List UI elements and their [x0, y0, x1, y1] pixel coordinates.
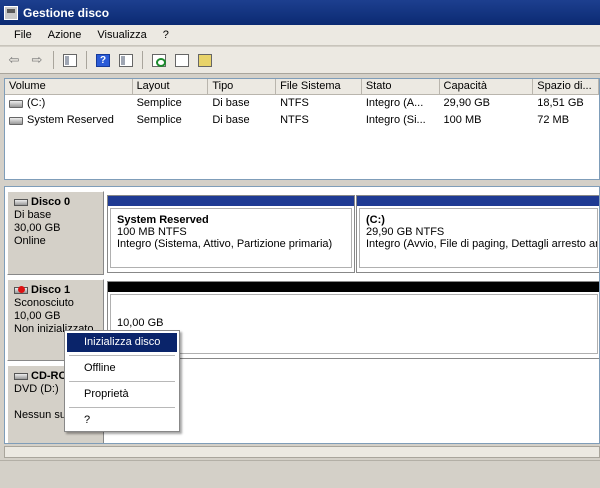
menu-item-initialize-disk[interactable]: Inizializza disco — [67, 333, 177, 352]
toolbar-separator — [86, 51, 87, 69]
partition-size: 29,90 GB NTFS — [366, 226, 445, 238]
volume-capacity: 29,90 GB — [443, 97, 491, 109]
disk-type: Di base — [14, 209, 52, 221]
menu-separator — [69, 407, 175, 408]
column-header-file-sistema[interactable]: File Sistema — [276, 79, 362, 94]
partition-c-drive[interactable]: (C:) 29,90 GB NTFS Integro (Avvio, File … — [356, 195, 599, 273]
menu-visualizza[interactable]: Visualizza — [89, 29, 154, 41]
column-header-tipo[interactable]: Tipo — [208, 79, 277, 94]
horizontal-scrollbar[interactable] — [4, 446, 600, 458]
volume-free-space: 18,51 GB — [537, 97, 584, 109]
window-title: Gestione disco — [23, 5, 110, 20]
menu-azione[interactable]: Azione — [40, 29, 90, 41]
cdrom-icon — [14, 373, 28, 380]
disk-not-initialized-icon — [14, 286, 28, 294]
show-hide-tree-icon[interactable] — [60, 50, 80, 70]
disk-name: CD-RO — [31, 370, 68, 382]
column-header-stato[interactable]: Stato — [362, 79, 440, 94]
disk-size: 10,00 GB — [14, 310, 61, 322]
toolbar-separator — [142, 51, 143, 69]
partition-name: (C:) — [366, 214, 385, 226]
volume-filesystem: NTFS — [280, 97, 309, 109]
volume-status: Integro (A... — [365, 97, 424, 109]
menu-item-offline[interactable]: Offline — [67, 359, 177, 378]
disk-management-icon — [4, 5, 18, 20]
menu-file[interactable]: File — [6, 29, 40, 41]
forward-arrow-icon[interactable]: ⇨ — [27, 50, 47, 70]
title-bar: Gestione disco — [0, 0, 600, 25]
pane-splitter[interactable] — [4, 181, 600, 185]
partition-size: 10,00 GB — [117, 317, 164, 329]
column-header-capacita[interactable]: Capacità — [440, 79, 534, 94]
back-arrow-icon[interactable]: ⇦ — [4, 50, 24, 70]
disk-name: Disco 1 — [31, 284, 71, 296]
context-menu: Inizializza disco Offline Proprietà ? — [64, 330, 180, 432]
disk-status: Online — [14, 235, 46, 247]
table-row[interactable]: System Reserved Semplice Di base NTFS In… — [5, 112, 599, 129]
menu-bar: File Azione Visualizza ? — [0, 25, 600, 46]
toolbar-separator — [53, 51, 54, 69]
partition-bar — [357, 196, 599, 206]
drive-icon — [9, 116, 23, 125]
volume-type: Di base — [212, 114, 250, 126]
disk-size: 30,00 GB — [14, 222, 61, 234]
volume-free-space: 72 MB — [537, 114, 570, 126]
menu-help[interactable]: ? — [155, 29, 177, 41]
table-row[interactable]: (C:) Semplice Di base NTFS Integro (A...… — [5, 95, 599, 112]
volume-status: Integro (Si... — [365, 114, 426, 126]
volume-name: System Reserved — [27, 114, 114, 126]
rescan-disks-icon[interactable] — [195, 50, 215, 70]
column-header-volume[interactable]: Volume — [5, 79, 133, 94]
partition-system-reserved[interactable]: System Reserved 100 MB NTFS Integro (Sis… — [107, 195, 355, 273]
partition-bar — [108, 196, 354, 206]
partition-bar — [108, 282, 599, 292]
partition-status: Non allocato — [117, 329, 591, 341]
toolbar: ⇦ ⇨ ? — [0, 47, 600, 74]
partition-name: System Reserved — [117, 214, 209, 226]
partition-status: Integro (Sistema, Attivo, Partizione pri… — [117, 238, 333, 250]
refresh-icon[interactable] — [149, 50, 169, 70]
help-icon[interactable]: ? — [93, 50, 113, 70]
disk-0-label[interactable]: Disco 0 Di base 30,00 GB Online — [7, 191, 104, 275]
volume-name: (C:) — [27, 97, 46, 109]
volume-capacity: 100 MB — [443, 114, 482, 126]
status-bar — [0, 460, 600, 488]
menu-separator — [69, 381, 175, 382]
volume-list: Volume Layout Tipo File Sistema Stato Ca… — [4, 78, 600, 180]
menu-item-help[interactable]: ? — [67, 411, 177, 430]
volume-filesystem: NTFS — [280, 114, 309, 126]
column-header-layout[interactable]: Layout — [133, 79, 209, 94]
volume-list-header: Volume Layout Tipo File Sistema Stato Ca… — [5, 79, 599, 95]
menu-separator — [69, 355, 175, 356]
show-hide-action-pane-icon[interactable] — [116, 50, 136, 70]
volume-layout: Semplice — [136, 114, 182, 126]
hard-disk-icon — [14, 199, 28, 206]
drive-icon — [9, 99, 23, 108]
disk-type: Sconosciuto — [14, 297, 74, 309]
volume-layout: Semplice — [136, 97, 182, 109]
unallocated-space[interactable]: 10,00 GB Non allocato — [107, 281, 599, 359]
disk-0-row: Disco 0 Di base 30,00 GB Online System R… — [5, 189, 599, 275]
volume-type: Di base — [212, 97, 250, 109]
partition-size: 100 MB NTFS — [117, 226, 187, 238]
menu-item-properties[interactable]: Proprietà — [67, 385, 177, 404]
partition-status: Integro (Avvio, File di paging, Dettagli… — [366, 238, 598, 250]
column-header-spazio[interactable]: Spazio di... — [533, 79, 599, 94]
disk-name: Disco 0 — [31, 196, 71, 208]
properties-icon[interactable] — [172, 50, 192, 70]
